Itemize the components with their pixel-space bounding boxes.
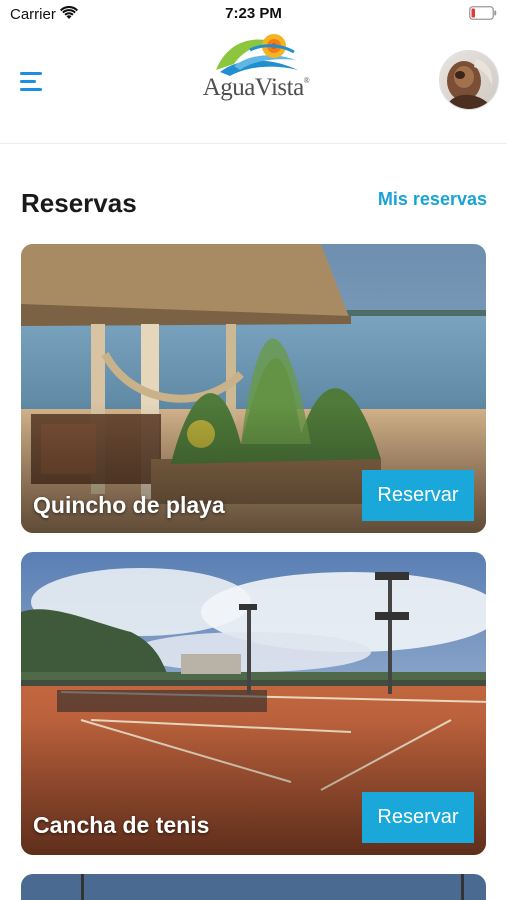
logo-mark-icon [216, 34, 298, 76]
reserve-button[interactable]: Reservar [362, 792, 474, 843]
my-bookings-link[interactable]: Mis reservas [378, 189, 487, 210]
battery-low-icon [469, 6, 497, 20]
status-bar: Carrier 7:23 PM [0, 0, 507, 28]
reserve-button[interactable]: Reservar [362, 470, 474, 521]
user-avatar[interactable] [439, 50, 499, 110]
hamburger-menu-icon[interactable] [20, 72, 44, 94]
facility-name: Cancha de tenis [33, 812, 210, 838]
facility-card[interactable]: Cancha de tenis Reservar [21, 552, 486, 855]
clock: 7:23 PM [225, 5, 282, 22]
app-header: AguaVista® [0, 28, 507, 144]
facility-name: Quincho de playa [33, 492, 225, 518]
registered-mark: ® [303, 76, 310, 85]
aguavista-logo: AguaVista® [196, 30, 316, 110]
facility-card[interactable] [21, 874, 486, 900]
logo-text: AguaVista [202, 74, 304, 101]
page-title: Reservas [21, 188, 137, 218]
facility-image [21, 874, 486, 900]
facility-card[interactable]: Quincho de playa Reservar [21, 244, 486, 533]
